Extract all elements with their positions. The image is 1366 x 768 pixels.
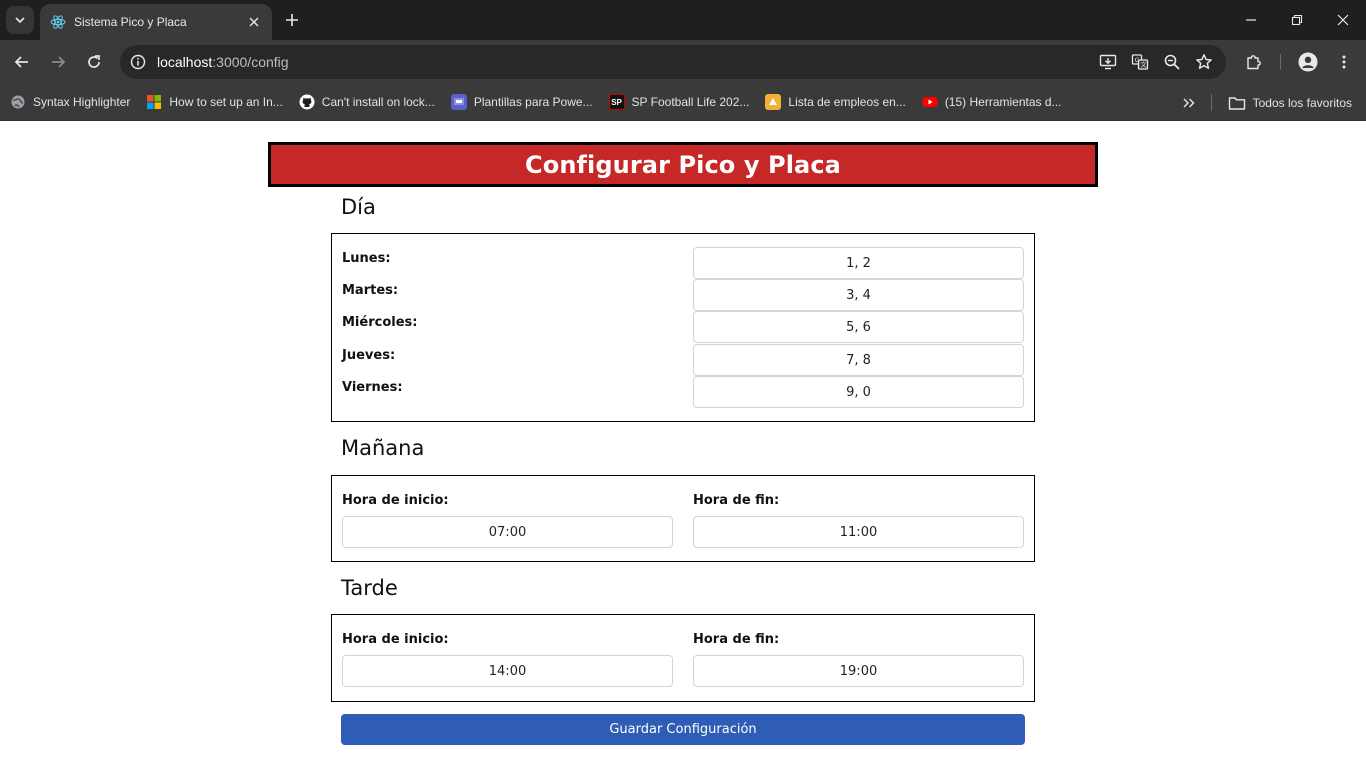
arrow-right-icon bbox=[52, 56, 66, 68]
slides-icon bbox=[450, 94, 467, 110]
day-label-miercoles: Miércoles: bbox=[342, 315, 418, 330]
bookmark-syntax-highlighter[interactable]: Syntax Highlighter bbox=[10, 94, 130, 110]
github-icon bbox=[299, 94, 315, 110]
bookmark-label: (15) Herramientas d... bbox=[944, 95, 1062, 109]
reload-button[interactable] bbox=[80, 48, 108, 76]
manana-end-label: Hora de fin: bbox=[693, 493, 780, 508]
minimize-icon bbox=[1246, 19, 1256, 21]
section-title-manana: Mañana bbox=[341, 436, 425, 460]
tarde-section: Hora de inicio: Hora de fin: bbox=[331, 614, 1035, 702]
day-input-lunes[interactable] bbox=[693, 247, 1024, 279]
close-icon bbox=[1337, 14, 1349, 26]
chevron-down-icon bbox=[15, 17, 25, 24]
bookmark-label: Plantillas para Powe... bbox=[473, 95, 593, 109]
url-text: localhost:3000/config bbox=[157, 54, 289, 70]
profile-button[interactable] bbox=[1294, 48, 1322, 76]
day-label-martes: Martes: bbox=[342, 283, 399, 298]
bookmark-label: Lista de empleos en... bbox=[788, 95, 906, 109]
kebab-menu-icon bbox=[1342, 55, 1346, 69]
save-config-button[interactable]: Guardar Configuración bbox=[341, 714, 1025, 745]
tab-title: Sistema Pico y Placa bbox=[74, 15, 187, 29]
globe-icon bbox=[10, 94, 26, 110]
tarde-end-input[interactable] bbox=[693, 655, 1024, 687]
day-input-jueves[interactable] bbox=[693, 344, 1024, 376]
microsoft-icon bbox=[146, 94, 162, 110]
translate-icon[interactable]: G文 bbox=[1126, 50, 1154, 74]
bookmark-herramientas[interactable]: (15) Herramientas d... bbox=[922, 94, 1062, 110]
bookmark-sp-football[interactable]: SP SP Football Life 202... bbox=[608, 94, 750, 110]
arrow-left-icon bbox=[14, 56, 28, 68]
browser-tabstrip: Sistema Pico y Placa bbox=[0, 0, 1366, 40]
chevron-double-right-icon bbox=[1183, 98, 1195, 108]
tab-search-button[interactable] bbox=[6, 6, 34, 34]
plus-icon bbox=[286, 14, 298, 26]
install-app-icon[interactable] bbox=[1094, 50, 1122, 74]
back-button[interactable] bbox=[8, 48, 36, 76]
url-path: :3000/config bbox=[212, 54, 289, 70]
manana-start-input[interactable] bbox=[342, 516, 673, 548]
tarde-end-label: Hora de fin: bbox=[693, 632, 780, 647]
svg-text:G: G bbox=[1135, 56, 1140, 64]
extensions-button[interactable] bbox=[1240, 48, 1268, 76]
manana-section: Hora de inicio: Hora de fin: bbox=[331, 475, 1035, 562]
section-title-tarde: Tarde bbox=[341, 576, 398, 600]
zoom-icon[interactable] bbox=[1158, 50, 1186, 74]
tab-close-icon[interactable] bbox=[246, 14, 262, 30]
day-input-miercoles[interactable] bbox=[693, 311, 1024, 343]
site-info-icon[interactable] bbox=[121, 45, 155, 79]
reload-icon bbox=[88, 55, 100, 68]
browser-tab-active[interactable]: Sistema Pico y Placa bbox=[40, 4, 272, 40]
tarde-start-input[interactable] bbox=[342, 655, 673, 687]
section-title-dia: Día bbox=[341, 195, 376, 219]
bookmark-cant-install[interactable]: Can't install on lock... bbox=[299, 94, 435, 110]
bookmark-label: SP Football Life 202... bbox=[631, 95, 750, 109]
bookmark-label: Can't install on lock... bbox=[321, 95, 435, 109]
react-icon bbox=[50, 14, 66, 30]
page-content: Configurar Pico y Placa Día Lunes: Marte… bbox=[0, 121, 1366, 768]
day-label-lunes: Lunes: bbox=[342, 251, 391, 266]
page-header: Configurar Pico y Placa bbox=[268, 142, 1098, 187]
day-label-jueves: Jueves: bbox=[342, 348, 396, 363]
jobs-icon bbox=[765, 94, 782, 110]
manana-end-input[interactable] bbox=[693, 516, 1024, 548]
star-icon[interactable] bbox=[1190, 50, 1218, 74]
day-input-viernes[interactable] bbox=[693, 376, 1024, 408]
day-input-martes[interactable] bbox=[693, 279, 1024, 311]
forward-button[interactable] bbox=[44, 48, 72, 76]
all-bookmarks-label: Todos los favoritos bbox=[1252, 95, 1352, 110]
bookmark-plantillas[interactable]: Plantillas para Powe... bbox=[450, 94, 593, 110]
omnibox-actions: G文 bbox=[1094, 50, 1218, 74]
url-host: localhost bbox=[157, 54, 213, 70]
restore-button[interactable] bbox=[1274, 0, 1320, 40]
address-bar[interactable]: localhost:3000/config G文 bbox=[120, 45, 1226, 79]
bookmark-label: How to set up an In... bbox=[169, 95, 283, 109]
youtube-icon bbox=[922, 94, 938, 110]
bookmarks-bar: Syntax Highlighter How to set up an In..… bbox=[0, 84, 1366, 121]
tarde-start-label: Hora de inicio: bbox=[342, 632, 449, 647]
puzzle-icon bbox=[1247, 55, 1261, 70]
bookmarks-overflow-button[interactable] bbox=[1180, 94, 1198, 112]
svg-text:文: 文 bbox=[1141, 61, 1147, 69]
bookmark-label: Syntax Highlighter bbox=[33, 95, 131, 109]
avatar-icon bbox=[1298, 52, 1318, 72]
toolbar-divider bbox=[1280, 54, 1281, 70]
folder-icon bbox=[1228, 96, 1245, 110]
bookmark-setup-in[interactable]: How to set up an In... bbox=[146, 94, 283, 110]
bookmarks-divider bbox=[1211, 94, 1212, 111]
manana-start-label: Hora de inicio: bbox=[342, 493, 449, 508]
sp-icon: SP bbox=[608, 94, 625, 110]
browser-toolbar: localhost:3000/config G文 bbox=[0, 40, 1366, 84]
minimize-button[interactable] bbox=[1228, 0, 1274, 40]
close-window-button[interactable] bbox=[1320, 0, 1366, 40]
all-bookmarks-button[interactable]: Todos los favoritos bbox=[1228, 84, 1352, 121]
menu-button[interactable] bbox=[1330, 48, 1358, 76]
page-title: Configurar Pico y Placa bbox=[525, 150, 841, 179]
new-tab-button[interactable] bbox=[280, 8, 304, 32]
restore-icon bbox=[1291, 14, 1303, 26]
day-label-viernes: Viernes: bbox=[342, 380, 403, 395]
dia-section: Lunes: Martes: Miércoles: Jueves: Vierne… bbox=[331, 233, 1035, 422]
bookmark-lista-empleos[interactable]: Lista de empleos en... bbox=[765, 94, 906, 110]
